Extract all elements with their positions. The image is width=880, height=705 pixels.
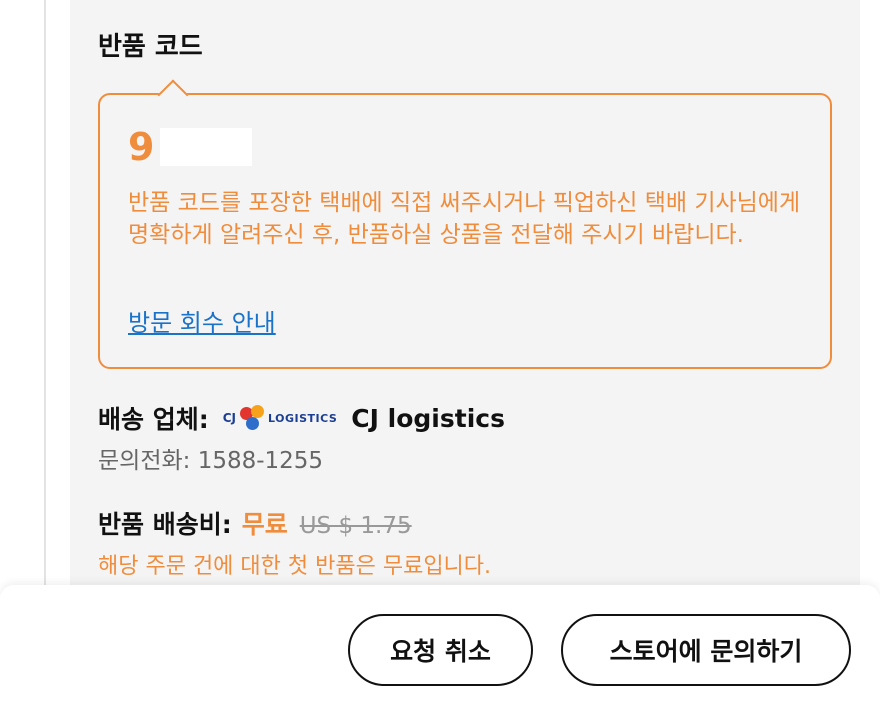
return-fee-note: 해당 주문 건에 대한 첫 반품은 무료입니다. — [98, 554, 492, 579]
carrier-label: 배송 업체: — [98, 405, 209, 434]
cj-logo-text: CJ — [222, 411, 236, 425]
tooltip-caret — [157, 79, 189, 111]
return-fee-free: 무료 — [241, 510, 288, 539]
left-rail — [0, 0, 46, 585]
cancel-request-button[interactable]: 요청 취소 — [348, 614, 533, 686]
cj-petal-icon — [238, 403, 266, 433]
visit-pickup-guide-link[interactable]: 방문 회수 안내 — [128, 303, 276, 338]
cj-logo-logistics-text: LOGISTICS — [267, 411, 338, 425]
carrier-phone: 문의전화: 1588-1255 — [98, 448, 324, 474]
return-fee-label: 반품 배송비: — [98, 510, 232, 539]
return-fee-row: 반품 배송비: 무료 US $ 1.75 — [98, 505, 412, 541]
return-fee-original-price: US $ 1.75 — [299, 513, 412, 539]
return-code-row: 9 — [128, 125, 253, 169]
return-info-panel: 반품 코드 9 반품 코드를 포장한 택배에 직접 써주시거나 픽업하신 택배 … — [70, 0, 860, 585]
contact-store-button[interactable]: 스토어에 문의하기 — [561, 614, 851, 686]
return-code-box: 9 반품 코드를 포장한 택배에 직접 써주시거나 픽업하신 택배 기사님에게 … — [98, 79, 832, 369]
return-code-value: 9 — [128, 125, 155, 169]
return-code-title: 반품 코드 — [98, 32, 203, 62]
carrier-row: 배송 업체: CJ LOGISTICS CJ logistics — [98, 398, 505, 438]
cj-logistics-logo: CJ LOGISTICS — [223, 403, 338, 433]
return-instruction-text: 반품 코드를 포장한 택배에 직접 써주시거나 픽업하신 택배 기사님에게 명확… — [128, 190, 801, 248]
bottom-action-bar: 요청 취소 스토어에 문의하기 — [0, 585, 880, 705]
carrier-name: CJ logistics — [351, 403, 505, 433]
redacted-code-mask — [160, 128, 253, 166]
